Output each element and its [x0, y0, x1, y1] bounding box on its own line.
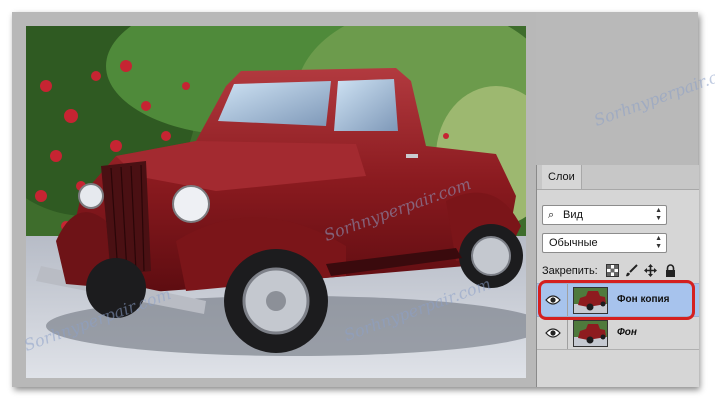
layer-filter-value: Вид — [563, 209, 583, 221]
eye-visibility-icon[interactable] — [545, 326, 561, 338]
blend-mode-value: Обычные — [549, 237, 598, 249]
selected-layer-highlight-outline — [538, 280, 695, 320]
document-canvas[interactable] — [12, 12, 536, 387]
layer-filter-dropdown[interactable]: ⌕ Вид ▲ ▼ — [542, 205, 667, 225]
blend-mode-dropdown[interactable]: Обычные ▲ ▼ — [542, 233, 667, 253]
tab-layers[interactable]: Слои — [542, 165, 582, 189]
dropdown-arrows-icon: ▲ ▼ — [655, 207, 662, 222]
layer-row-fon[interactable]: Фон — [537, 317, 699, 350]
lock-all-icon[interactable] — [664, 264, 677, 277]
lock-position-icon[interactable] — [644, 264, 657, 277]
lock-transparent-pixels-icon[interactable] — [606, 264, 619, 277]
layer-name[interactable]: Фон — [617, 317, 637, 349]
layers-panel: Слои ⌕ Вид ▲ ▼ Обычные ▲ ▼ Закрепить: Фо… — [536, 165, 699, 387]
photo-red-truck — [26, 26, 526, 378]
lock-image-pixels-icon[interactable] — [625, 264, 638, 277]
lock-row: Закрепить: — [542, 263, 697, 279]
dropdown-arrows-icon: ▲ ▼ — [655, 235, 662, 250]
separator — [567, 317, 568, 349]
search-icon: ⌕ — [548, 209, 555, 221]
panel-tab-bar: Слои — [537, 165, 699, 190]
lock-label: Закрепить: — [542, 265, 598, 277]
screenshot-frame: Слои ⌕ Вид ▲ ▼ Обычные ▲ ▼ Закрепить: Фо… — [12, 12, 699, 387]
layer-thumbnail — [573, 320, 608, 347]
